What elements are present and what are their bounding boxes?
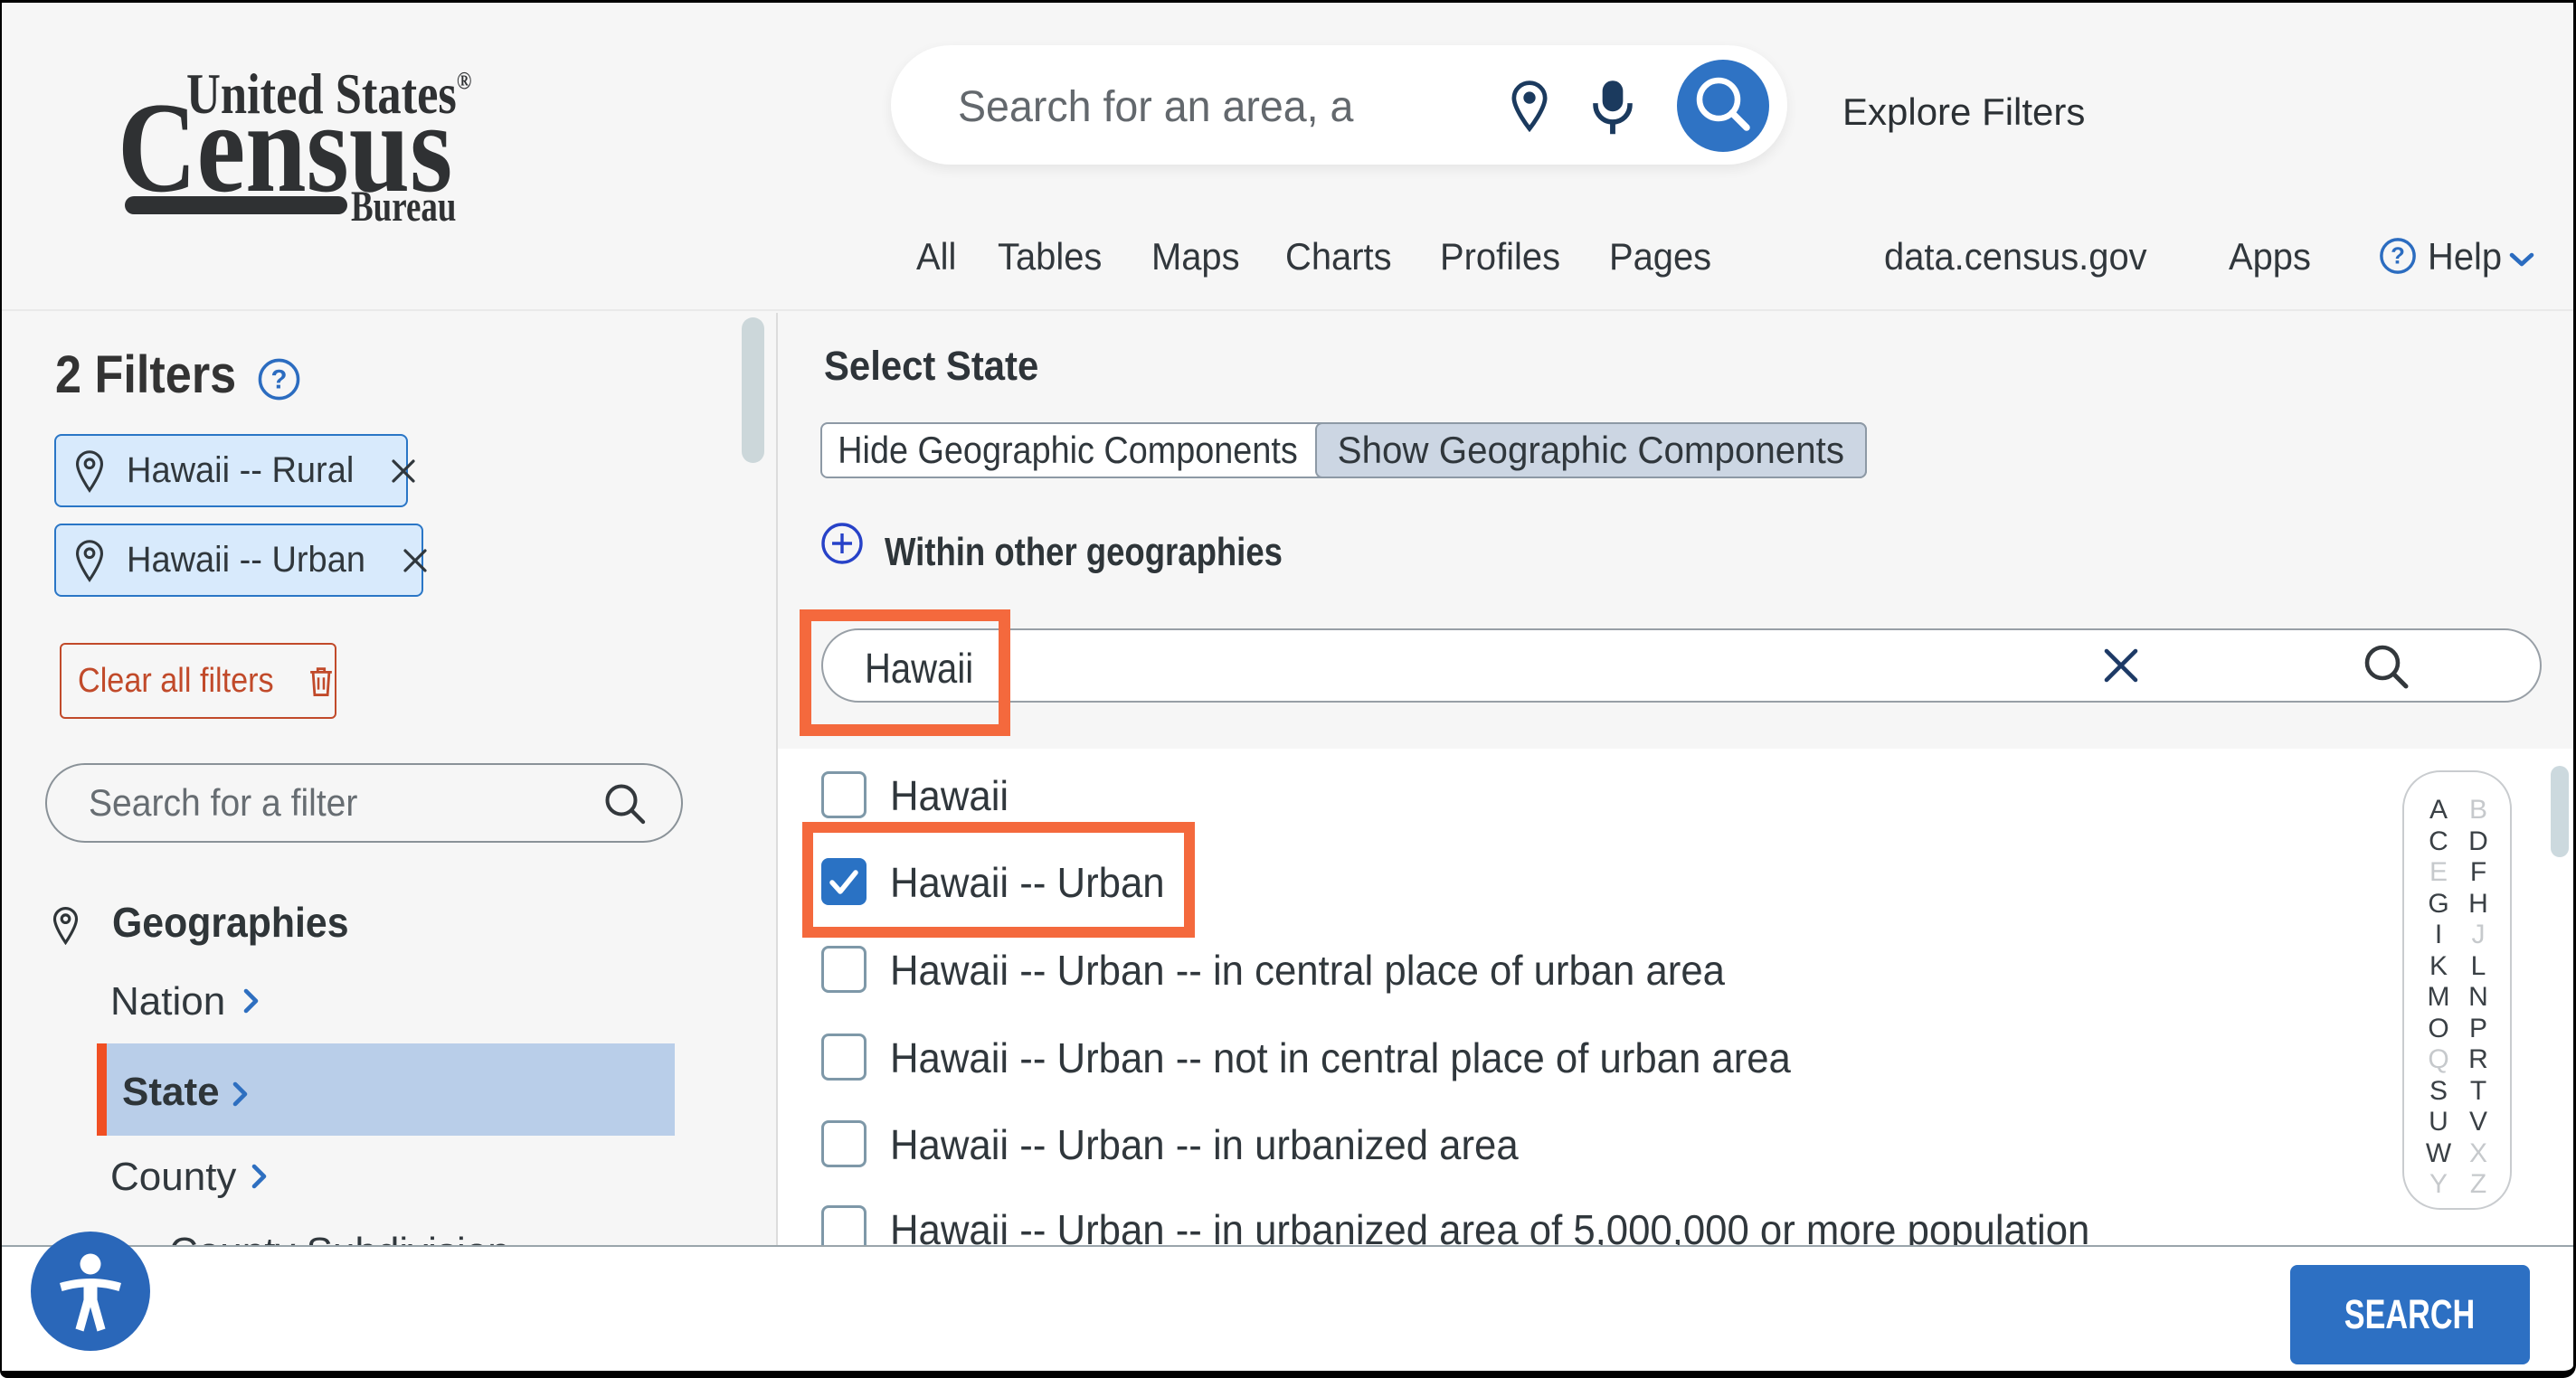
- svg-text:?: ?: [2391, 244, 2405, 269]
- svg-text:?: ?: [271, 364, 288, 394]
